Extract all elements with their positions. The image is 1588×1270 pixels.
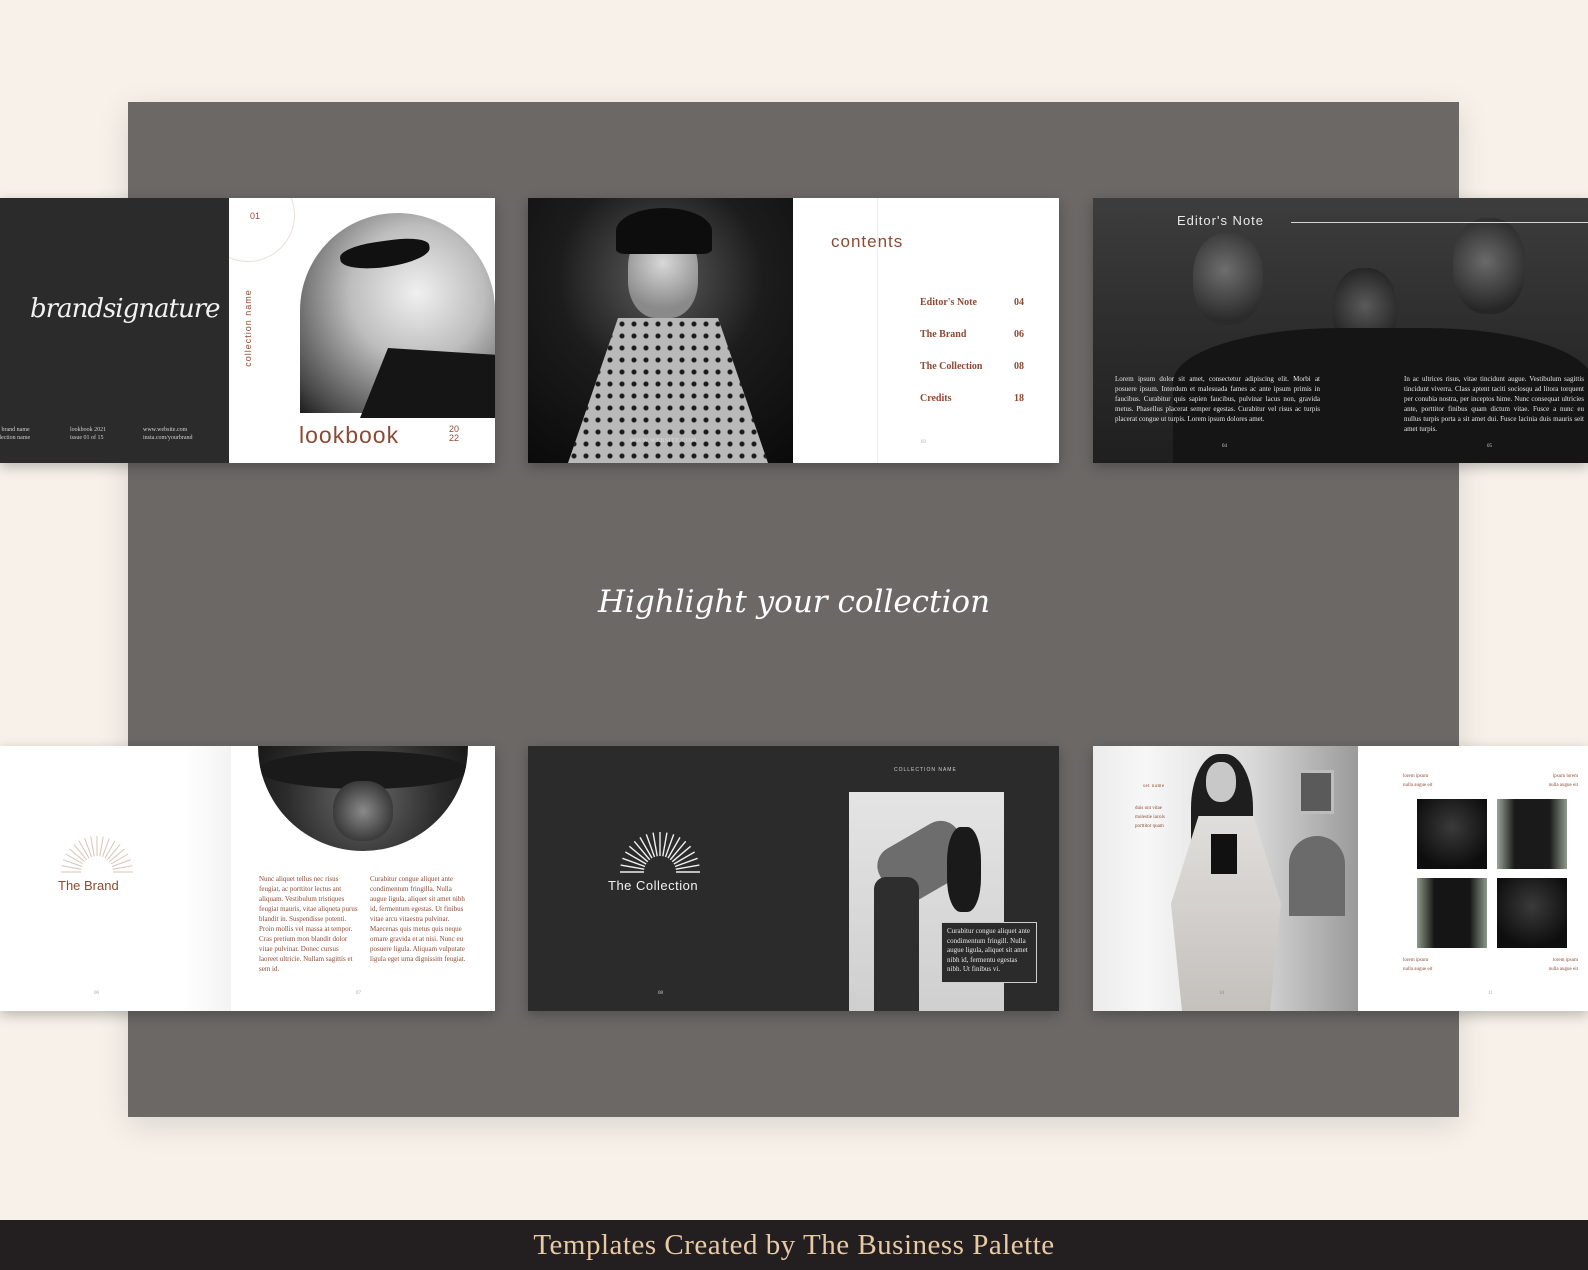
collection-name-label: COLLECTION NAME: [894, 767, 957, 773]
spread-cover: brandsignature our brand name collection…: [0, 198, 495, 463]
toc-item-credits[interactable]: Credits 18: [920, 393, 1024, 404]
cover-footer-col1: our brand name collection name: [0, 427, 31, 441]
brand-page-left: 06: [94, 991, 99, 996]
product-tile-1[interactable]: [1417, 799, 1487, 869]
set-name-label: set name: [1143, 784, 1165, 789]
sun-ray: [111, 859, 131, 867]
products-page-right: 11: [1488, 991, 1493, 996]
cover-arch-photo: [300, 213, 495, 418]
spread-the-collection: The Collection COLLECTION NAME Curabitur…: [528, 746, 1059, 1011]
label-top-right: ipsum lorem nulla augue eit: [1548, 774, 1578, 788]
person-right-head: [1453, 218, 1525, 314]
sun-ray: [102, 838, 110, 858]
collection-caption-box: Curabitur congue aliquet ante condimentu…: [941, 922, 1037, 983]
sun-ray: [61, 865, 82, 870]
set-list: duis ont vitae molestie iacols porttitor…: [1135, 806, 1165, 829]
label-bottom-left: lorem ipsum nulla augue eit: [1403, 958, 1433, 972]
cover-year: 20 22: [449, 424, 460, 443]
editors-note-heading: Editor's Note: [1177, 213, 1265, 228]
collection-page-left: 08: [658, 991, 663, 996]
face-shadow: [333, 781, 393, 841]
brand-left-page: The Brand 06: [0, 746, 231, 1011]
contents-page: contents Editor's Note 04 The Brand 06 The…: [793, 198, 1059, 463]
editors-note-page-right: 05: [1487, 444, 1492, 449]
toc-item-the-brand[interactable]: The Brand 06: [920, 329, 1024, 340]
model-bangs: [616, 208, 712, 254]
sun-ray: [104, 840, 116, 859]
toc-item-the-collection[interactable]: The Collection 08: [920, 361, 1024, 372]
collection-sunrise-icon: [620, 832, 700, 873]
editors-note-left-text: Lorem ipsum dolor sit amet, consectetur …: [1115, 375, 1320, 423]
contents-website: WWW.WEBSITE.COM: [630, 438, 697, 444]
sunglasses-shape: [338, 234, 432, 274]
sun-ray: [90, 836, 95, 857]
products-grid-page: lorem ipsum nulla augue eit ipsum lorem …: [1358, 746, 1588, 1011]
vertical-collection-label: collection name: [242, 289, 253, 367]
model-legs: [874, 877, 919, 1011]
brand-title: The Brand: [58, 878, 119, 893]
editors-note-page-left: 04: [1222, 444, 1227, 449]
product-tile-3[interactable]: [1417, 878, 1487, 948]
brand-col2-text: Curabitur congue aliquet ante condimentu…: [370, 875, 466, 963]
building-arch: [1289, 836, 1345, 916]
cover-right-page: 01 collection name lookbook 20 22: [229, 198, 495, 463]
sun-ray: [112, 865, 133, 870]
brand-page-right: 07: [356, 991, 361, 996]
model-top: [1211, 834, 1237, 874]
brand-right-page: Nunc aliquet tellus nec risus feugiat, a…: [231, 746, 495, 1011]
brand-sunrise-icon: [61, 836, 133, 873]
editors-note-right-text: In ac ultrices risus, vitae tincidunt au…: [1404, 375, 1584, 433]
cover-circle-line: [229, 198, 295, 262]
building-window: [1298, 770, 1334, 814]
contents-photo-page: WWW.WEBSITE.COM: [528, 198, 793, 463]
headline: Highlight your collection: [597, 584, 991, 620]
collection-title: The Collection: [608, 878, 699, 893]
sun-ray: [78, 840, 90, 859]
lookbook-title: lookbook: [299, 422, 400, 448]
sun-ray: [99, 836, 104, 857]
contents-page-number: 03: [921, 440, 926, 445]
cover-left-page: brandsignature our brand name collection…: [0, 198, 229, 463]
sun-ray: [84, 838, 92, 858]
product-tile-2[interactable]: [1497, 799, 1567, 869]
spread-contents: WWW.WEBSITE.COM contents Editor's Note 04…: [528, 198, 1059, 463]
jacket-shape: [360, 348, 495, 418]
spread-editors-note: Editor's Note Lorem ipsum dolor sit amet…: [1093, 198, 1588, 463]
person-left-head: [1193, 233, 1263, 325]
cover-footer-col2: lookbook 2021 issue 01 of 15: [70, 427, 107, 441]
product-tile-4[interactable]: [1497, 878, 1567, 948]
contents-heading: contents: [831, 232, 904, 251]
editors-note-rule: [1291, 222, 1588, 223]
cover-footer-col3: www.website.com insta.com/yourbrand: [143, 427, 193, 441]
label-top-left: lorem ipsum nulla augue eit: [1403, 774, 1433, 788]
sun-ray: [63, 859, 83, 867]
products-page-left: 10: [1219, 991, 1224, 996]
model-face-light: [1206, 762, 1236, 802]
brand-circle-photo: [258, 746, 468, 851]
model-hair: [947, 827, 981, 912]
sun-ray: [65, 853, 84, 865]
label-bottom-right: lorem ipsum nulla augue eit: [1548, 958, 1578, 972]
brand-col1-text: Nunc aliquet tellus nec risus feugiat, a…: [259, 875, 358, 973]
sun-ray: [110, 853, 129, 865]
footer-credit: Templates Created by The Business Palett…: [533, 1228, 1055, 1261]
brand-script: brandsignature: [30, 294, 221, 324]
toc-item-editors-note[interactable]: Editor's Note 04: [920, 297, 1024, 308]
footer-bar: Templates Created by The Business Palett…: [0, 1220, 1588, 1270]
spread-the-brand: The Brand 06 Nunc aliquet tellus nec ris…: [0, 746, 495, 1011]
spread-products: set name duis ont vitae molestie iacols …: [1093, 746, 1588, 1011]
products-photo-page: set name duis ont vitae molestie iacols …: [1093, 746, 1358, 1011]
